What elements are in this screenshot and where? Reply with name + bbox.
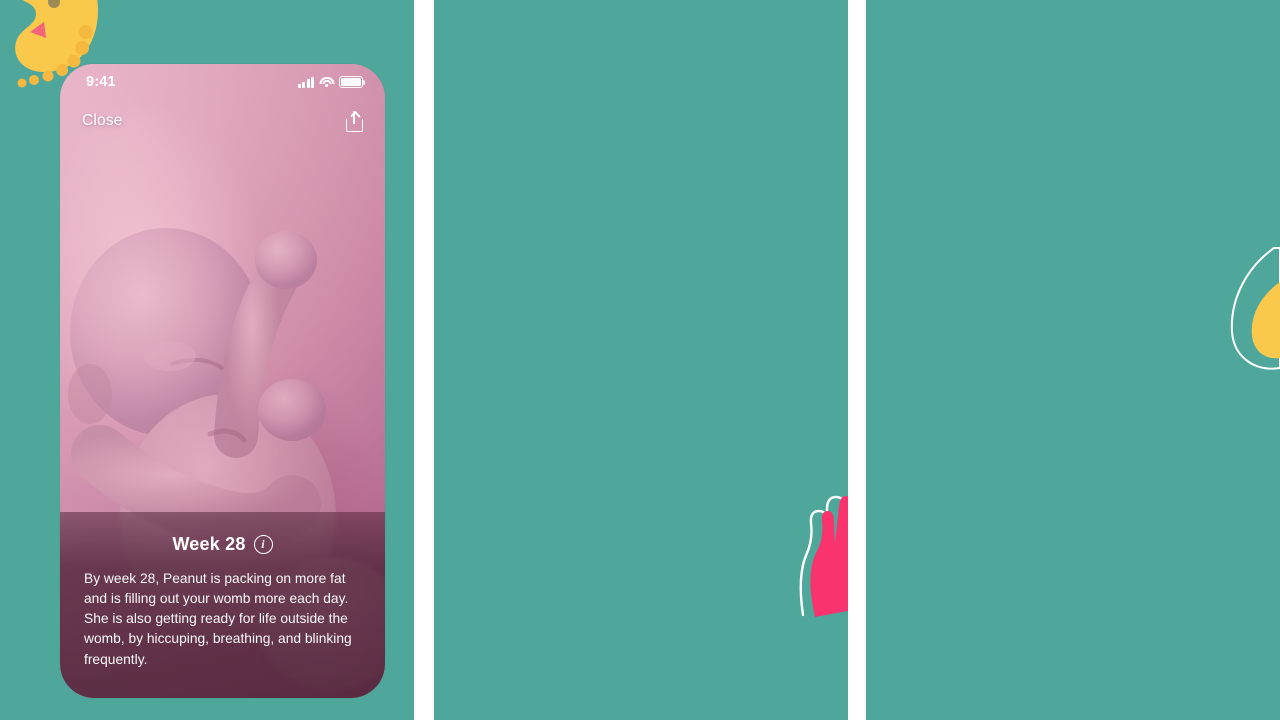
phone-frame-1: 9:41 Close Week 28 i By week 28, Peanut …: [60, 64, 385, 698]
panel-symptoms-tracker: 9:41 Cancel Save: [434, 0, 848, 720]
screenshot-root: 9:41 Close Week 28 i By week 28, Peanut …: [0, 0, 1280, 720]
panel-week-detail: 9:41 Close Week 28 i By week 28, Peanut …: [0, 0, 414, 720]
wifi-icon: [319, 76, 334, 88]
battery-icon: [339, 76, 366, 88]
week-description: By week 28, Peanut is packing on more fa…: [84, 570, 352, 667]
week-title: Week 28: [172, 533, 246, 554]
cellular-bars-icon: [297, 76, 314, 88]
panel-week-article: 9:41 ‹ 5 week pregnant ✕: [866, 0, 1280, 720]
pink-hand-outline: [799, 495, 848, 617]
share-icon[interactable]: [346, 110, 363, 132]
yellow-shape-right-edge: [1230, 247, 1280, 370]
week-caption-card: Week 28 i By week 28, Peanut is packing …: [60, 511, 385, 698]
close-button[interactable]: Close: [82, 112, 123, 130]
week-title-row: Week 28 i: [84, 534, 361, 555]
info-icon[interactable]: i: [253, 534, 273, 554]
status-bar-1: 9:41: [60, 64, 385, 94]
panel1-nav: Close: [60, 100, 385, 142]
status-time: 9:41: [86, 74, 116, 90]
